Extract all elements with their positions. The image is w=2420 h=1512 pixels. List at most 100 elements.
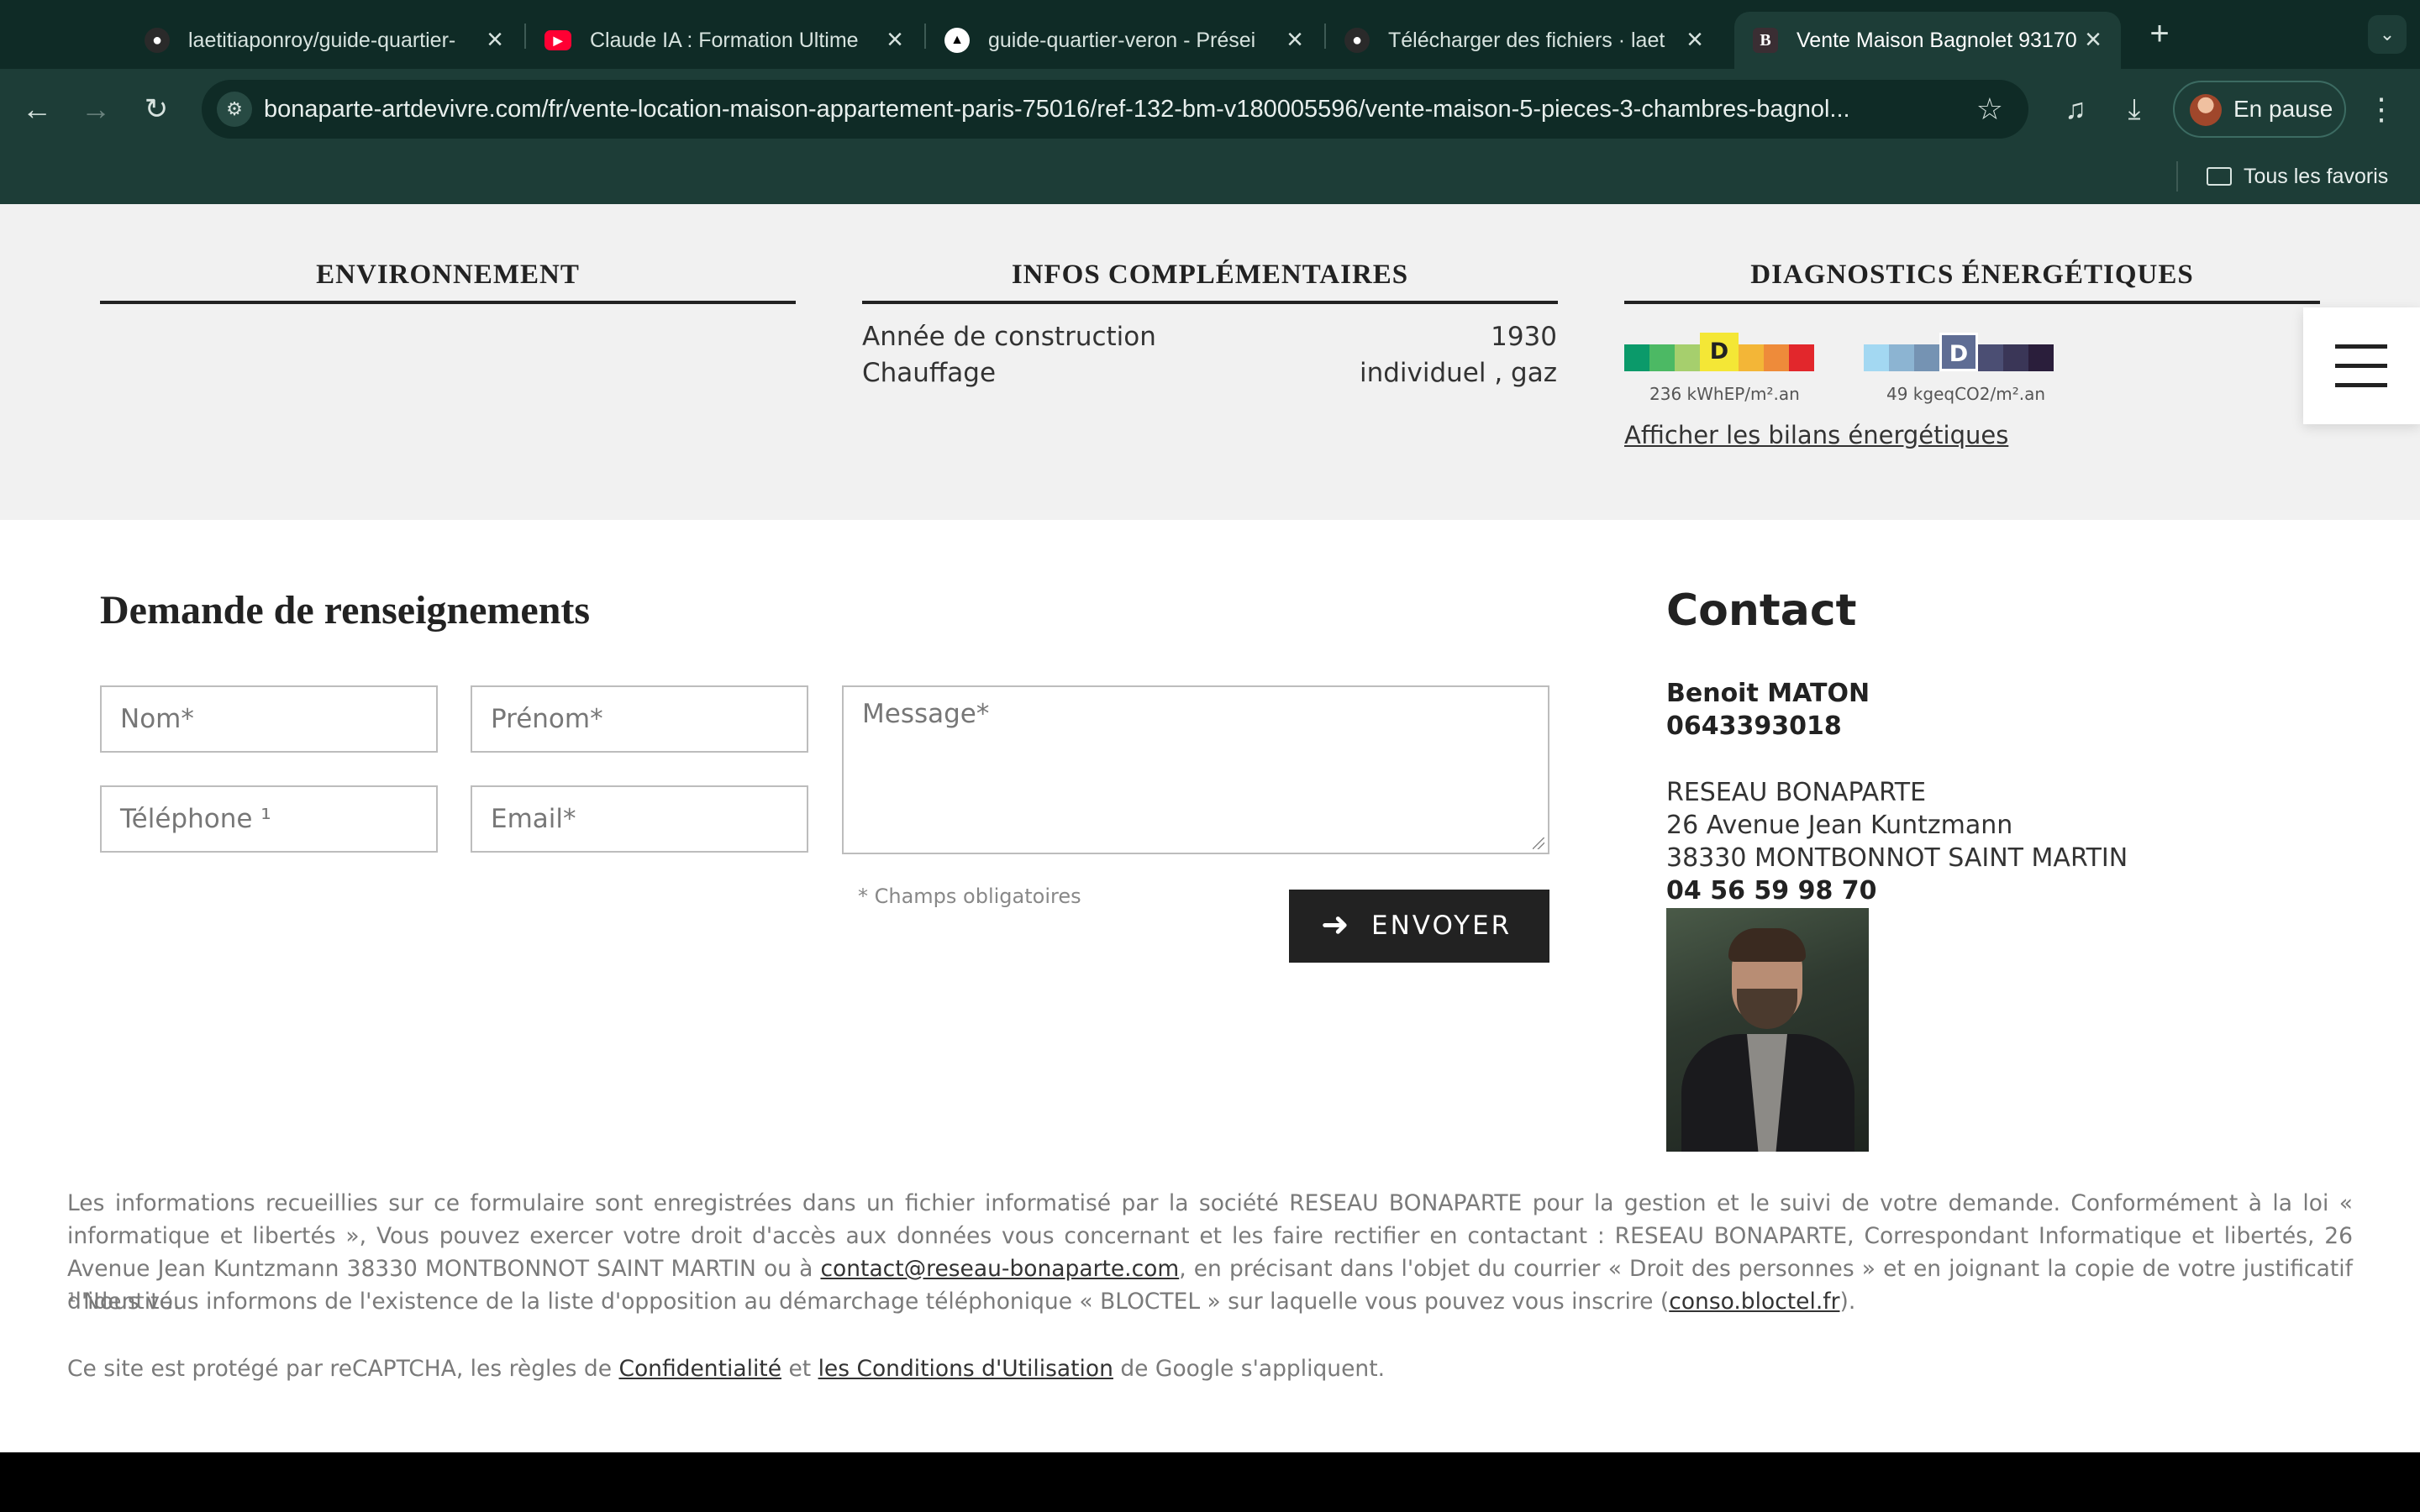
- reload-button[interactable]: ↻: [134, 87, 178, 131]
- menu-icon-bar: [2335, 344, 2387, 349]
- tab-title: Claude IA : Formation Ultime: [590, 28, 859, 52]
- dpe-value: 236 kWhEP/m².an: [1649, 384, 1800, 404]
- back-button[interactable]: ←: [15, 87, 59, 131]
- tab-title: Télécharger des fichiers · laet: [1388, 28, 1665, 52]
- avatar: [2190, 94, 2222, 126]
- ges-scale-grade: D: [1939, 333, 1978, 371]
- close-tab-icon[interactable]: ×: [1282, 25, 1307, 54]
- profile-label: En pause: [2233, 96, 2333, 122]
- address-bar[interactable]: ⚙ bonaparte-artdevivre.com/fr/vente-loca…: [202, 80, 2028, 139]
- github-icon: ●: [145, 28, 170, 53]
- bloctel-link[interactable]: conso.bloctel.fr: [1669, 1289, 1839, 1315]
- info-value-heating: individuel , gaz: [1359, 358, 1557, 388]
- message-textarea[interactable]: Message*: [842, 685, 1549, 854]
- ges-value: 49 kgeqCO2/m².an: [1886, 384, 2046, 404]
- contact-email-link[interactable]: contact@reseau-bonaparte.com: [820, 1256, 1179, 1282]
- tab-strip: ● laetitiaponroy/guide-quartier- × ▶ Cla…: [0, 0, 2420, 69]
- bloctel-notice: ¹ Nous vous informons de l'existence de …: [67, 1285, 2353, 1318]
- property-details-band: ENVIRONNEMENT INFOS COMPLÉMENTAIRES Anné…: [0, 204, 2420, 520]
- company-phone[interactable]: 04 56 59 98 70: [1666, 876, 1877, 906]
- bookmarks-bar: Tous les favoris: [0, 150, 2420, 204]
- diagnostics-heading: DIAGNOSTICS ÉNERGÉTIQUES: [1750, 260, 2194, 290]
- menu-icon-bar: [2335, 364, 2387, 368]
- prenom-input[interactable]: Prénom*: [471, 685, 808, 753]
- section-divider: [100, 301, 796, 304]
- all-bookmarks-button[interactable]: Tous les favoris: [2207, 150, 2388, 204]
- site-settings-icon[interactable]: ⚙: [217, 92, 252, 127]
- github-icon: ●: [1344, 28, 1370, 53]
- ges-scale-cell: [2003, 344, 2028, 371]
- close-tab-icon[interactable]: ×: [1682, 25, 1707, 54]
- arrow-right-icon: ➜: [1321, 906, 1352, 944]
- bloctel-text: ).: [1839, 1289, 1856, 1315]
- terms-link[interactable]: les Conditions d'Utilisation: [818, 1356, 1113, 1382]
- folder-icon: [2207, 167, 2232, 186]
- message-placeholder: Message*: [862, 699, 990, 729]
- bookmark-star-icon[interactable]: ☆: [1976, 92, 2003, 127]
- media-control-icon[interactable]: ♫: [2054, 87, 2097, 131]
- vercel-icon: ▲: [944, 28, 970, 53]
- energy-reports-link[interactable]: Afficher les bilans énergétiques: [1624, 421, 2008, 449]
- resize-handle[interactable]: [1533, 837, 1544, 849]
- address-line-1: 26 Avenue Jean Kuntzmann: [1666, 811, 2013, 840]
- youtube-icon: ▶: [544, 30, 571, 50]
- forward-button[interactable]: →: [74, 87, 118, 131]
- close-tab-icon[interactable]: ×: [882, 25, 908, 54]
- recaptcha-text: de Google s'appliquent.: [1113, 1356, 1386, 1382]
- section-divider: [862, 301, 1558, 304]
- tab-title: guide-quartier-veron - Prései: [988, 28, 1256, 52]
- dpe-scale: D: [1624, 333, 1814, 372]
- company-name: RESEAU BONAPARTE: [1666, 778, 1927, 807]
- ges-scale-cell: [2028, 344, 2054, 371]
- ges-scale-cell: [1889, 344, 1914, 371]
- info-label-heating: Chauffage: [862, 358, 997, 388]
- environment-heading: ENVIRONNEMENT: [316, 260, 580, 290]
- tab-search-button[interactable]: ⌄: [2368, 15, 2407, 54]
- dpe-scale-cell: [1624, 344, 1649, 371]
- page-bottom-bar: [0, 1452, 2420, 1512]
- tab-3[interactable]: ▲ guide-quartier-veron - Prései ×: [926, 12, 1323, 69]
- ges-scale: D: [1864, 333, 2054, 372]
- browser-menu-icon[interactable]: ⋮: [2363, 87, 2400, 131]
- telephone-input[interactable]: Téléphone ¹: [100, 785, 438, 853]
- send-button[interactable]: ➜ ENVOYER: [1289, 890, 1549, 963]
- browser-toolbar: ← → ↻ ⚙ bonaparte-artdevivre.com/fr/vent…: [0, 69, 2420, 150]
- recaptcha-text: et: [781, 1356, 818, 1382]
- dpe-scale-cell: [1789, 344, 1814, 371]
- section-divider: [1624, 301, 2320, 304]
- tab-5-active[interactable]: B Vente Maison Bagnolet 93170 ×: [1734, 12, 2121, 69]
- nom-input[interactable]: Nom*: [100, 685, 438, 753]
- url-text[interactable]: bonaparte-artdevivre.com/fr/vente-locati…: [264, 80, 1944, 139]
- bonaparte-icon: B: [1753, 28, 1778, 53]
- close-tab-icon[interactable]: ×: [2081, 25, 2106, 54]
- agent-phone[interactable]: 0643393018: [1666, 711, 1842, 741]
- menu-icon-bar: [2335, 383, 2387, 387]
- ges-scale-cell: [1864, 344, 1889, 371]
- recaptcha-notice: Ce site est protégé par reCAPTCHA, les r…: [67, 1352, 2353, 1385]
- close-tab-icon[interactable]: ×: [482, 25, 508, 54]
- tab-2[interactable]: ▶ Claude IA : Formation Ultime ×: [526, 12, 923, 69]
- privacy-policy-link[interactable]: Confidentialité: [618, 1356, 781, 1382]
- tab-1[interactable]: ● laetitiaponroy/guide-quartier- ×: [126, 12, 523, 69]
- dpe-scale-cell: [1739, 344, 1764, 371]
- ges-scale-cell: [1914, 344, 1939, 371]
- all-bookmarks-label: Tous les favoris: [2244, 165, 2389, 188]
- inquiry-title: Demande de renseignements: [100, 588, 591, 633]
- agent-photo: [1666, 908, 1869, 1152]
- send-button-label: ENVOYER: [1371, 911, 1512, 941]
- ges-scale-cell: [1978, 344, 2003, 371]
- new-tab-button[interactable]: +: [2141, 15, 2178, 52]
- download-icon[interactable]: ⤓: [2112, 87, 2156, 131]
- bloctel-text: ¹ Nous vous informons de l'existence de …: [67, 1289, 1670, 1315]
- dpe-scale-cell: [1764, 344, 1789, 371]
- dpe-scale-cell: [1649, 344, 1675, 371]
- info-value-construction: 1930: [1491, 322, 1557, 352]
- hamburger-menu-button[interactable]: [2303, 307, 2420, 424]
- infos-heading: INFOS COMPLÉMENTAIRES: [1011, 260, 1409, 290]
- profile-button[interactable]: En pause: [2173, 81, 2346, 138]
- tab-4[interactable]: ● Télécharger des fichiers · laet ×: [1326, 12, 1723, 69]
- dpe-scale-grade: D: [1700, 333, 1739, 371]
- contact-title: Contact: [1666, 585, 1857, 636]
- agent-name: Benoit MATON: [1666, 679, 1870, 708]
- email-input[interactable]: Email*: [471, 785, 808, 853]
